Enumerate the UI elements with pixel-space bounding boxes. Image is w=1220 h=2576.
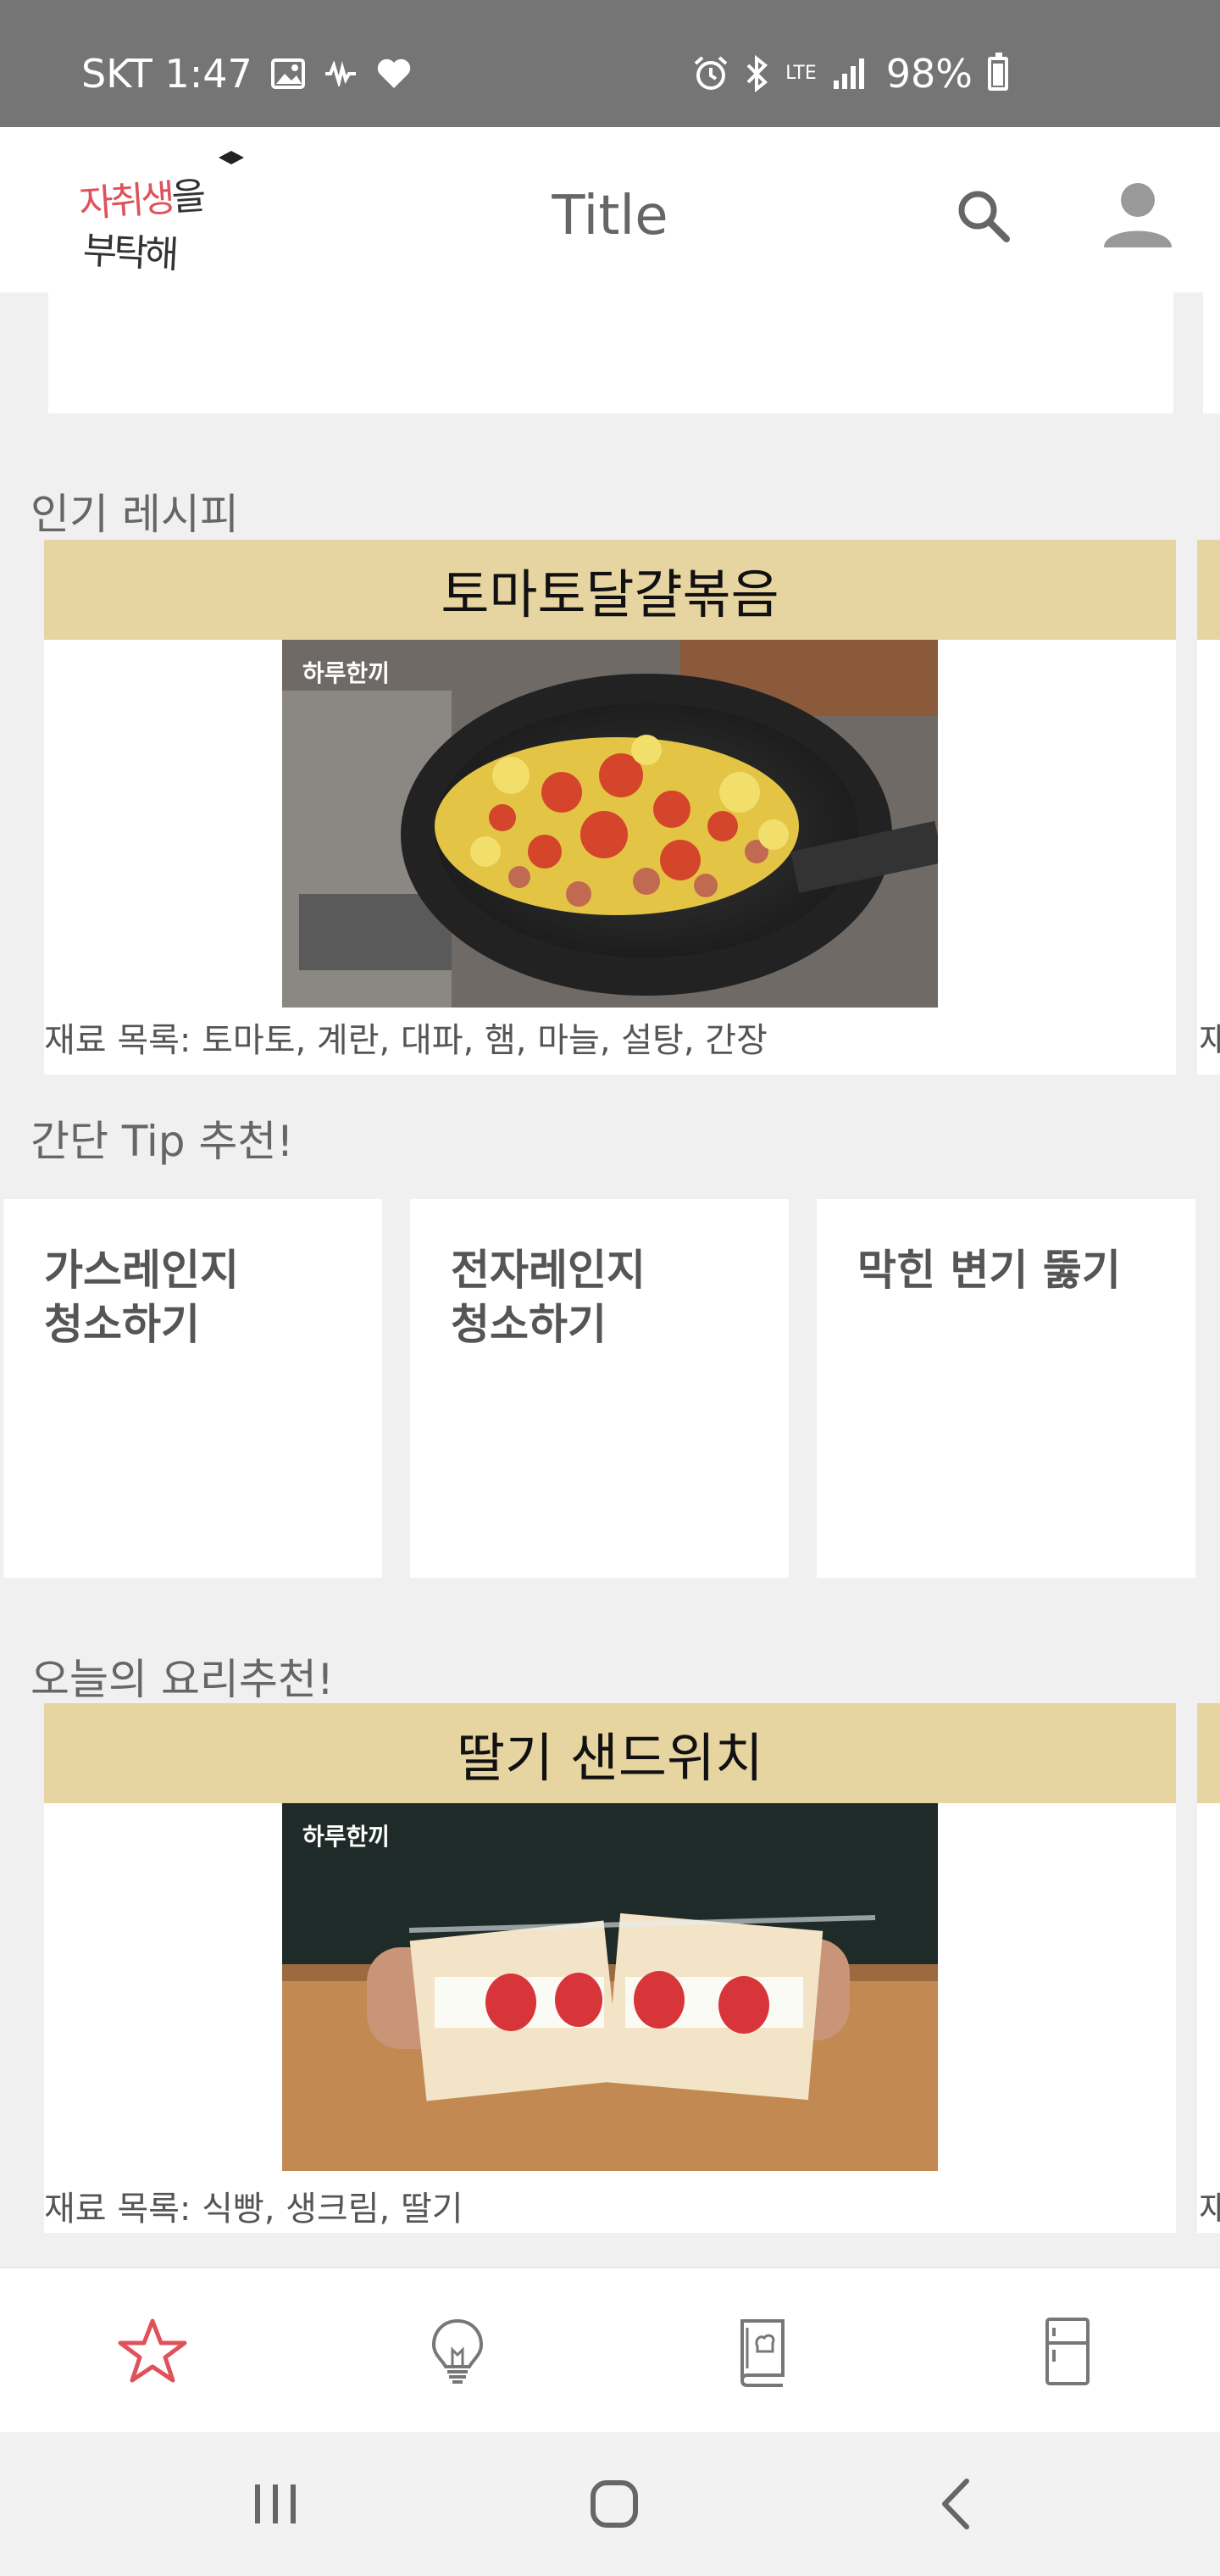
status-bar: SKT 1:47 LTE 98% <box>0 0 1220 127</box>
recipe-image: 하루한끼 <box>282 640 938 1008</box>
lte-icon: LTE <box>785 63 817 84</box>
bottom-navigation <box>0 2267 1220 2432</box>
top-card[interactable] <box>48 292 1173 414</box>
recent-apps-icon <box>255 2484 296 2523</box>
fridge-icon <box>1045 2317 1090 2385</box>
top-card-peek[interactable] <box>1203 292 1220 414</box>
carrier-time: SKT 1:47 <box>81 51 252 97</box>
popular-recipe-card[interactable]: 토마토달걀볶음 하루한끼 재료 목록: 토마토, 계란, 대파, 햄, 마늘, … <box>44 540 1176 1074</box>
tip-card-microwave[interactable]: 전자레인지 청소하기 <box>410 1199 789 1578</box>
voicemail-wave-icon <box>324 61 358 86</box>
heart-icon <box>376 58 412 90</box>
recipe-book-icon <box>740 2318 785 2387</box>
image-watermark: 하루한끼 <box>302 1823 391 1851</box>
lightbulb-icon <box>431 2318 484 2384</box>
nav-tips[interactable] <box>305 2268 610 2434</box>
popular-section-title: 인기 레시피 <box>30 490 239 539</box>
recipe-image: 하루한끼 <box>282 1803 938 2171</box>
alarm-icon <box>692 55 729 92</box>
signal-icon <box>832 57 866 91</box>
nav-recipes[interactable] <box>610 2268 915 2434</box>
battery-icon <box>988 53 1008 91</box>
main-content[interactable]: 인기 레시피 토마토달걀볶음 하루한끼 재료 목록: 토마토, 계란, 대파, … <box>0 292 1220 2267</box>
tips-section-title: 간단 Tip 추천! <box>30 1117 294 1166</box>
search-icon[interactable] <box>954 186 1013 246</box>
battery-percent: 98% <box>885 51 973 97</box>
home-button[interactable] <box>572 2466 657 2542</box>
recipe-ingredients: 재료 목록: 토마토, 계란, 대파, 햄, 마늘, 설탕, 간장 <box>44 1021 768 1060</box>
account-icon[interactable] <box>1100 176 1176 253</box>
popular-recipe-card-peek[interactable]: 재 <box>1197 540 1220 1074</box>
back-button[interactable] <box>915 2466 1000 2542</box>
tip-card-gas-range[interactable]: 가스레인지 청소하기 <box>3 1199 382 1578</box>
recipe-title: 딸기 샌드위치 <box>44 1703 1176 1803</box>
image-watermark: 하루한끼 <box>302 659 391 687</box>
today-section-title: 오늘의 요리추천! <box>30 1655 334 1704</box>
tip-card-toilet[interactable]: 막힌 변기 뚫기 <box>817 1199 1195 1578</box>
page-title: Title <box>552 185 668 247</box>
home-icon <box>591 2480 638 2528</box>
graduation-cap-icon <box>219 151 244 164</box>
bluetooth-icon <box>745 55 770 92</box>
star-icon <box>118 2318 187 2382</box>
back-icon <box>942 2479 969 2529</box>
nav-fridge[interactable] <box>915 2268 1220 2434</box>
gallery-icon <box>270 58 305 89</box>
app-bar: 자취생을 부탁해 Title <box>0 127 1220 292</box>
recipe-title: 토마토달걀볶음 <box>44 540 1176 640</box>
today-recipe-card-peek[interactable]: 재 <box>1197 1703 1220 2233</box>
system-navigation-bar <box>0 2432 1220 2576</box>
today-recipe-card[interactable]: 딸기 샌드위치 하루한끼 재료 목록: 식빵, 생크림, 딸기 <box>44 1703 1176 2233</box>
recent-apps-button[interactable] <box>233 2466 318 2542</box>
nav-favorites[interactable] <box>0 2268 305 2434</box>
recipe-ingredients: 재료 목록: 식빵, 생크림, 딸기 <box>44 2190 463 2229</box>
